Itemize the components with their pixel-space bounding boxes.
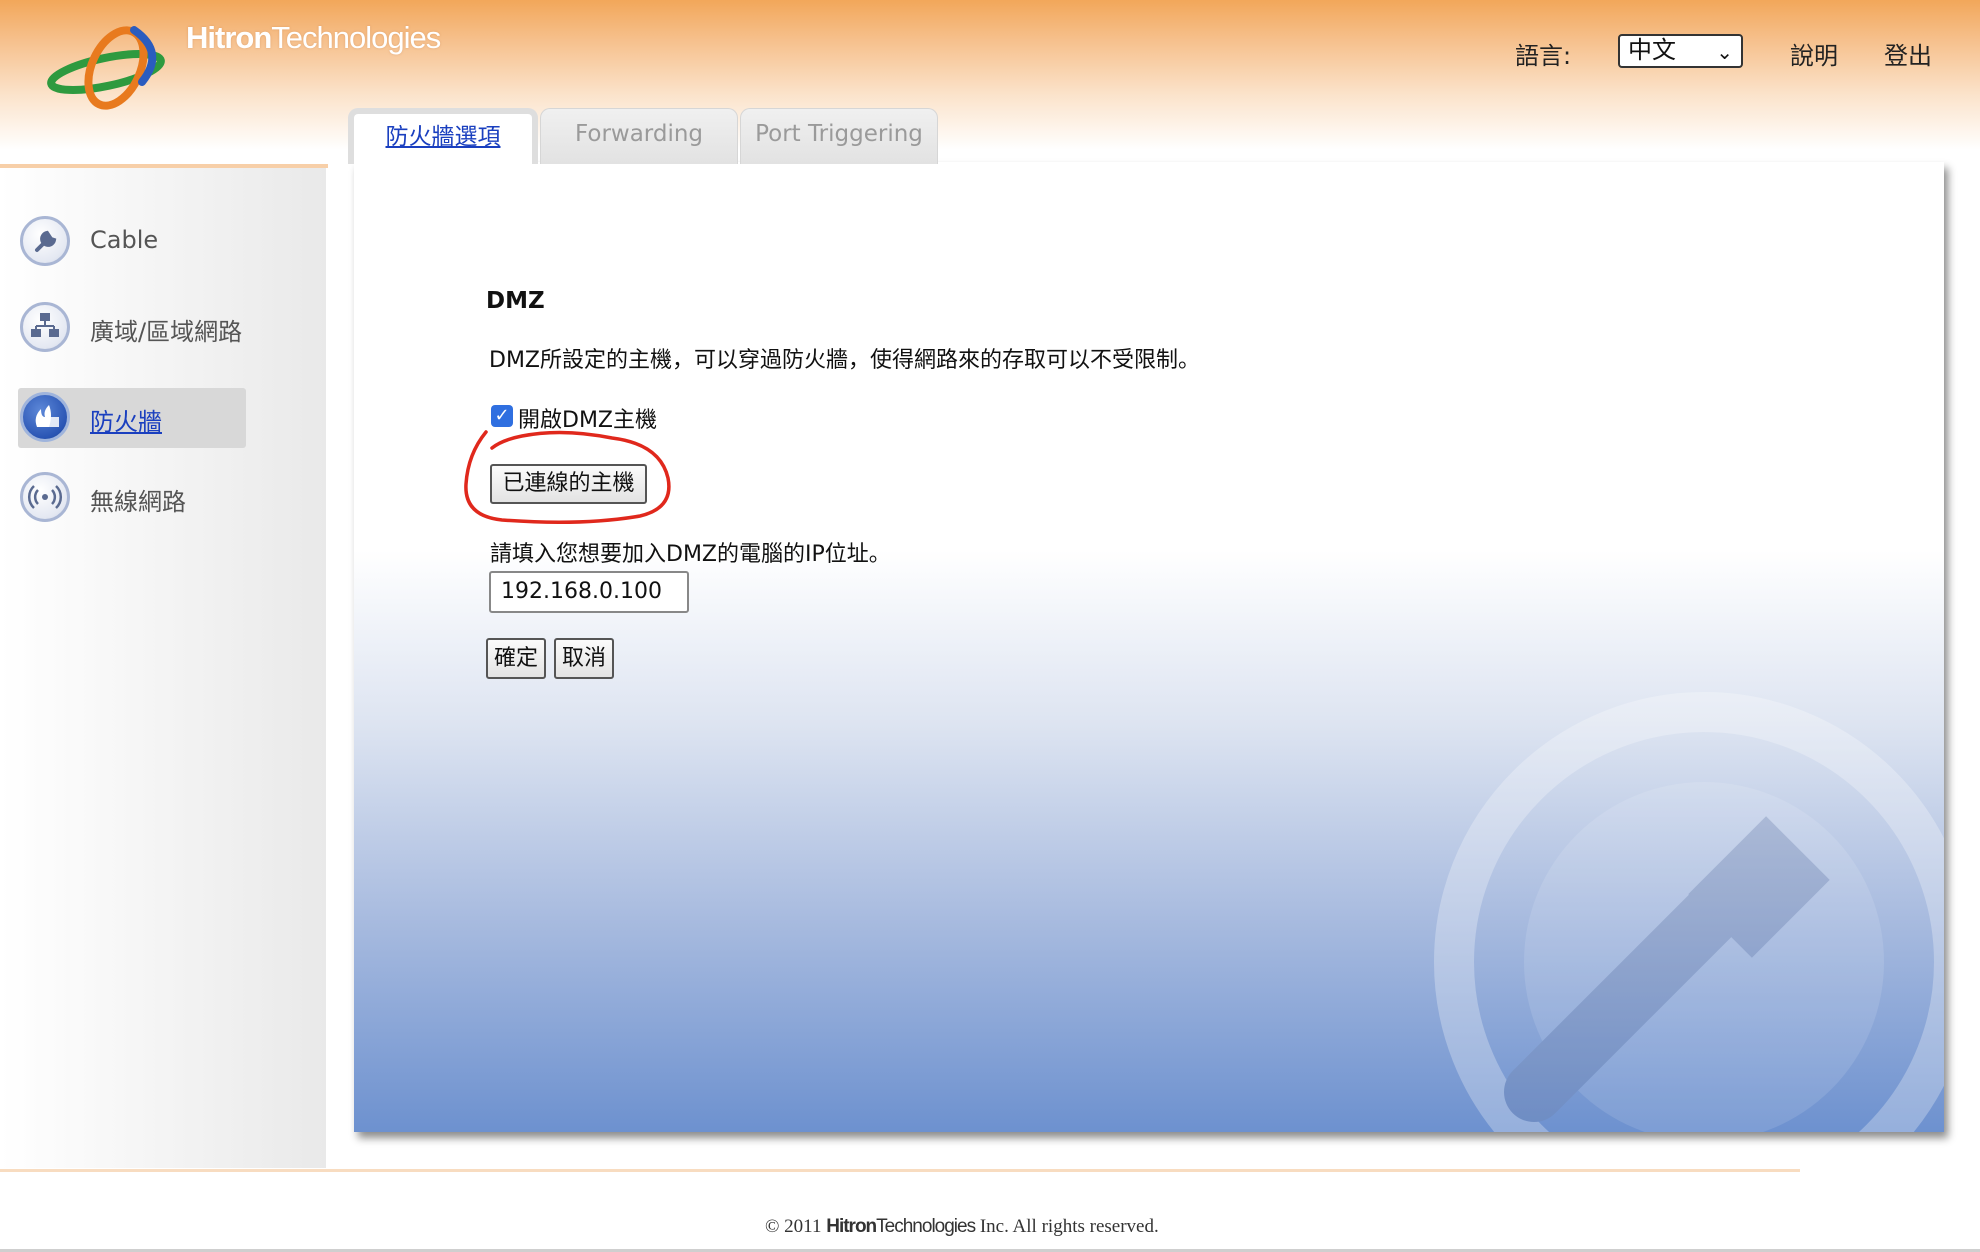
- section-description: DMZ所設定的主機，可以穿過防火牆，使得網路來的存取可以不受限制。: [489, 348, 1200, 373]
- sidebar-item-label: 防火牆: [90, 408, 162, 436]
- sidebar-item-firewall[interactable]: 防火牆: [18, 388, 246, 448]
- logout-link[interactable]: 登出: [1884, 36, 1932, 71]
- language-select[interactable]: 中文 ⌄: [1618, 34, 1743, 68]
- ip-prompt-label: 請填入您想要加入DMZ的電腦的IP位址。: [490, 542, 891, 567]
- sidebar-item-label: 無線網路: [90, 488, 186, 516]
- chevron-down-icon: ⌄: [1716, 40, 1733, 64]
- sidebar-item-wan-lan[interactable]: 廣域/區域網路: [18, 298, 246, 358]
- red-circle-annotation: [464, 430, 671, 524]
- brand-name: HitronTechnologies: [186, 20, 441, 55]
- section-title: DMZ: [486, 288, 545, 314]
- wrench-watermark-icon: [1434, 692, 1944, 1132]
- hitron-logo-icon: [47, 26, 165, 110]
- language-label: 語言:: [1515, 42, 1572, 70]
- wrench-icon: [20, 216, 70, 266]
- footer-copyright: © 2011 HitronTechnologies Inc. All right…: [765, 1216, 1159, 1237]
- header-banner: HitronTechnologies 語言: 中文 ⌄ 說明 登出: [0, 0, 1980, 165]
- confirm-button[interactable]: 確定: [486, 638, 546, 679]
- tab-port-triggering[interactable]: Port Triggering: [740, 108, 938, 164]
- footer-divider: [0, 1169, 1800, 1172]
- help-link[interactable]: 說明: [1790, 36, 1838, 71]
- sidebar-item-cable[interactable]: Cable: [18, 212, 246, 272]
- tab-forwarding[interactable]: Forwarding: [540, 108, 738, 164]
- tab-firewall-options[interactable]: 防火牆選項: [348, 108, 538, 164]
- dmz-ip-input[interactable]: 192.168.0.100: [489, 571, 689, 613]
- cancel-button[interactable]: 取消: [554, 638, 614, 679]
- wireless-icon: [20, 472, 70, 522]
- sidebar: Cable 廣域/區域網路 防火牆 無線網路: [0, 168, 326, 1168]
- sidebar-item-wireless[interactable]: 無線網路: [18, 468, 246, 528]
- network-icon: [20, 302, 70, 352]
- sidebar-item-label: Cable: [90, 226, 159, 254]
- sidebar-item-label: 廣域/區域網路: [90, 318, 243, 346]
- firewall-icon: [20, 392, 70, 442]
- language-selected-value: 中文: [1628, 36, 1676, 64]
